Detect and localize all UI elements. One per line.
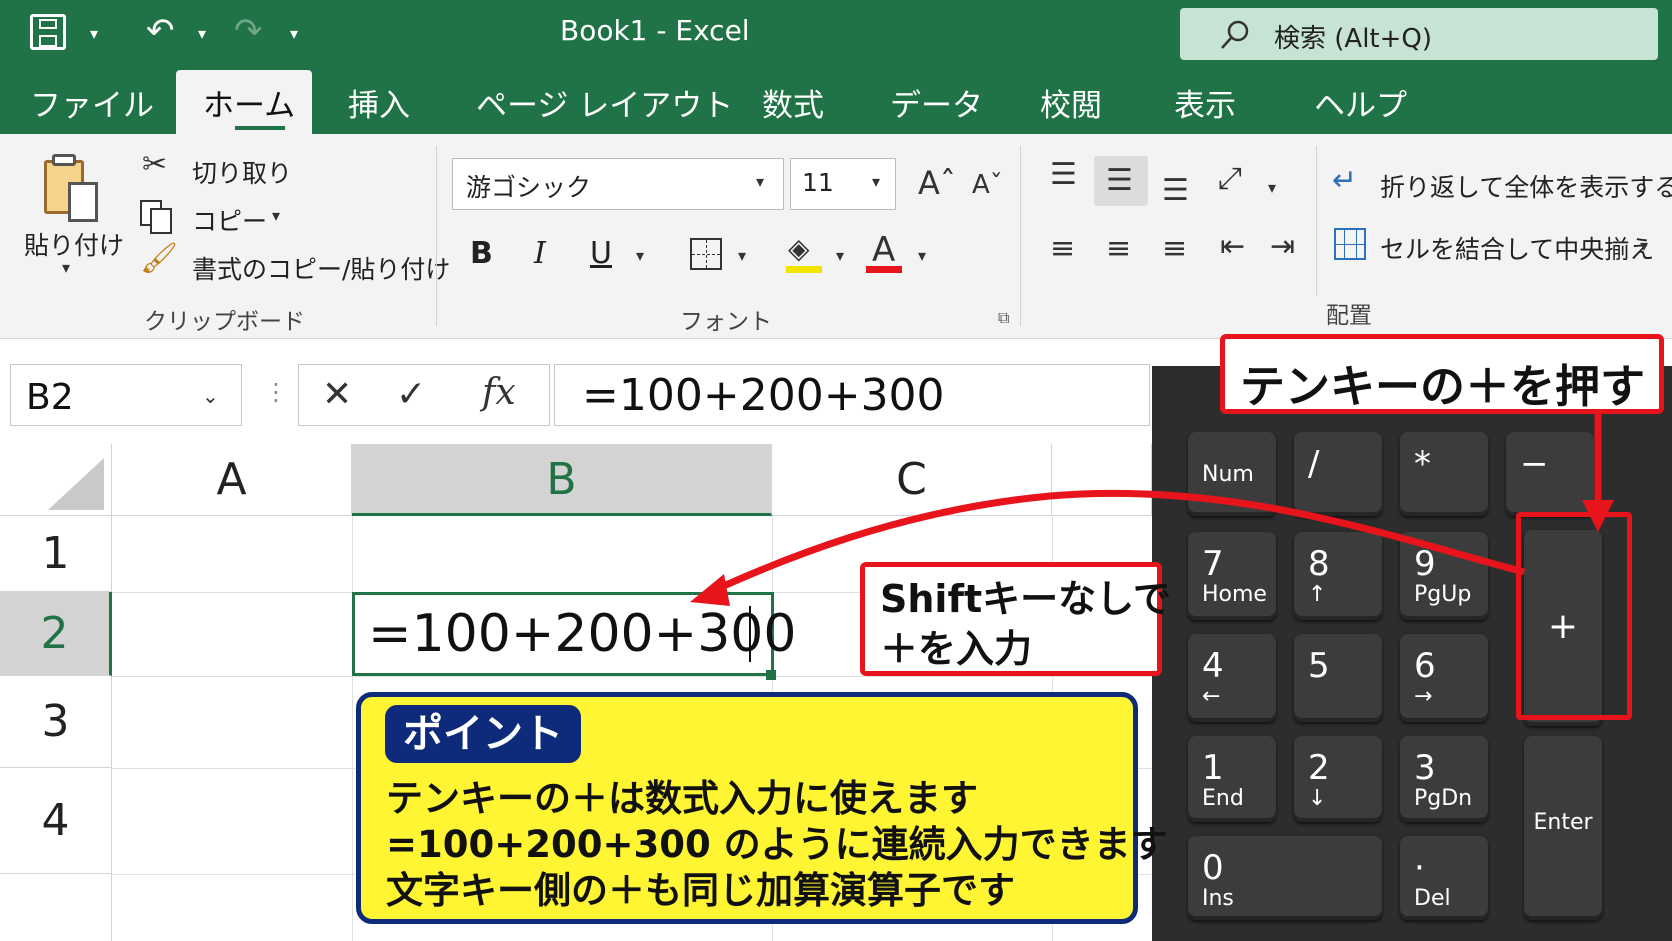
excel-window: ▾ ↶ ▾ ↷ ▾ Book1 - Excel 検索 (Alt+Q) ファイル …: [0, 0, 1672, 941]
callout-middle-line-1: Shiftキーなしで: [880, 577, 1172, 621]
callout-middle-text: Shiftキーなしで ＋を入力: [880, 574, 1171, 674]
callout-top-text: テンキーの＋を押す: [1240, 360, 1646, 413]
point-line-3: 文字キー側の＋も同じ加算演算子です: [386, 869, 1015, 912]
point-badge: ポイント: [385, 705, 581, 763]
arrow-head-icon: [690, 574, 730, 606]
callout-middle-line-2: ＋を入力: [880, 627, 1033, 671]
arrow-head-icon: [1582, 500, 1614, 532]
